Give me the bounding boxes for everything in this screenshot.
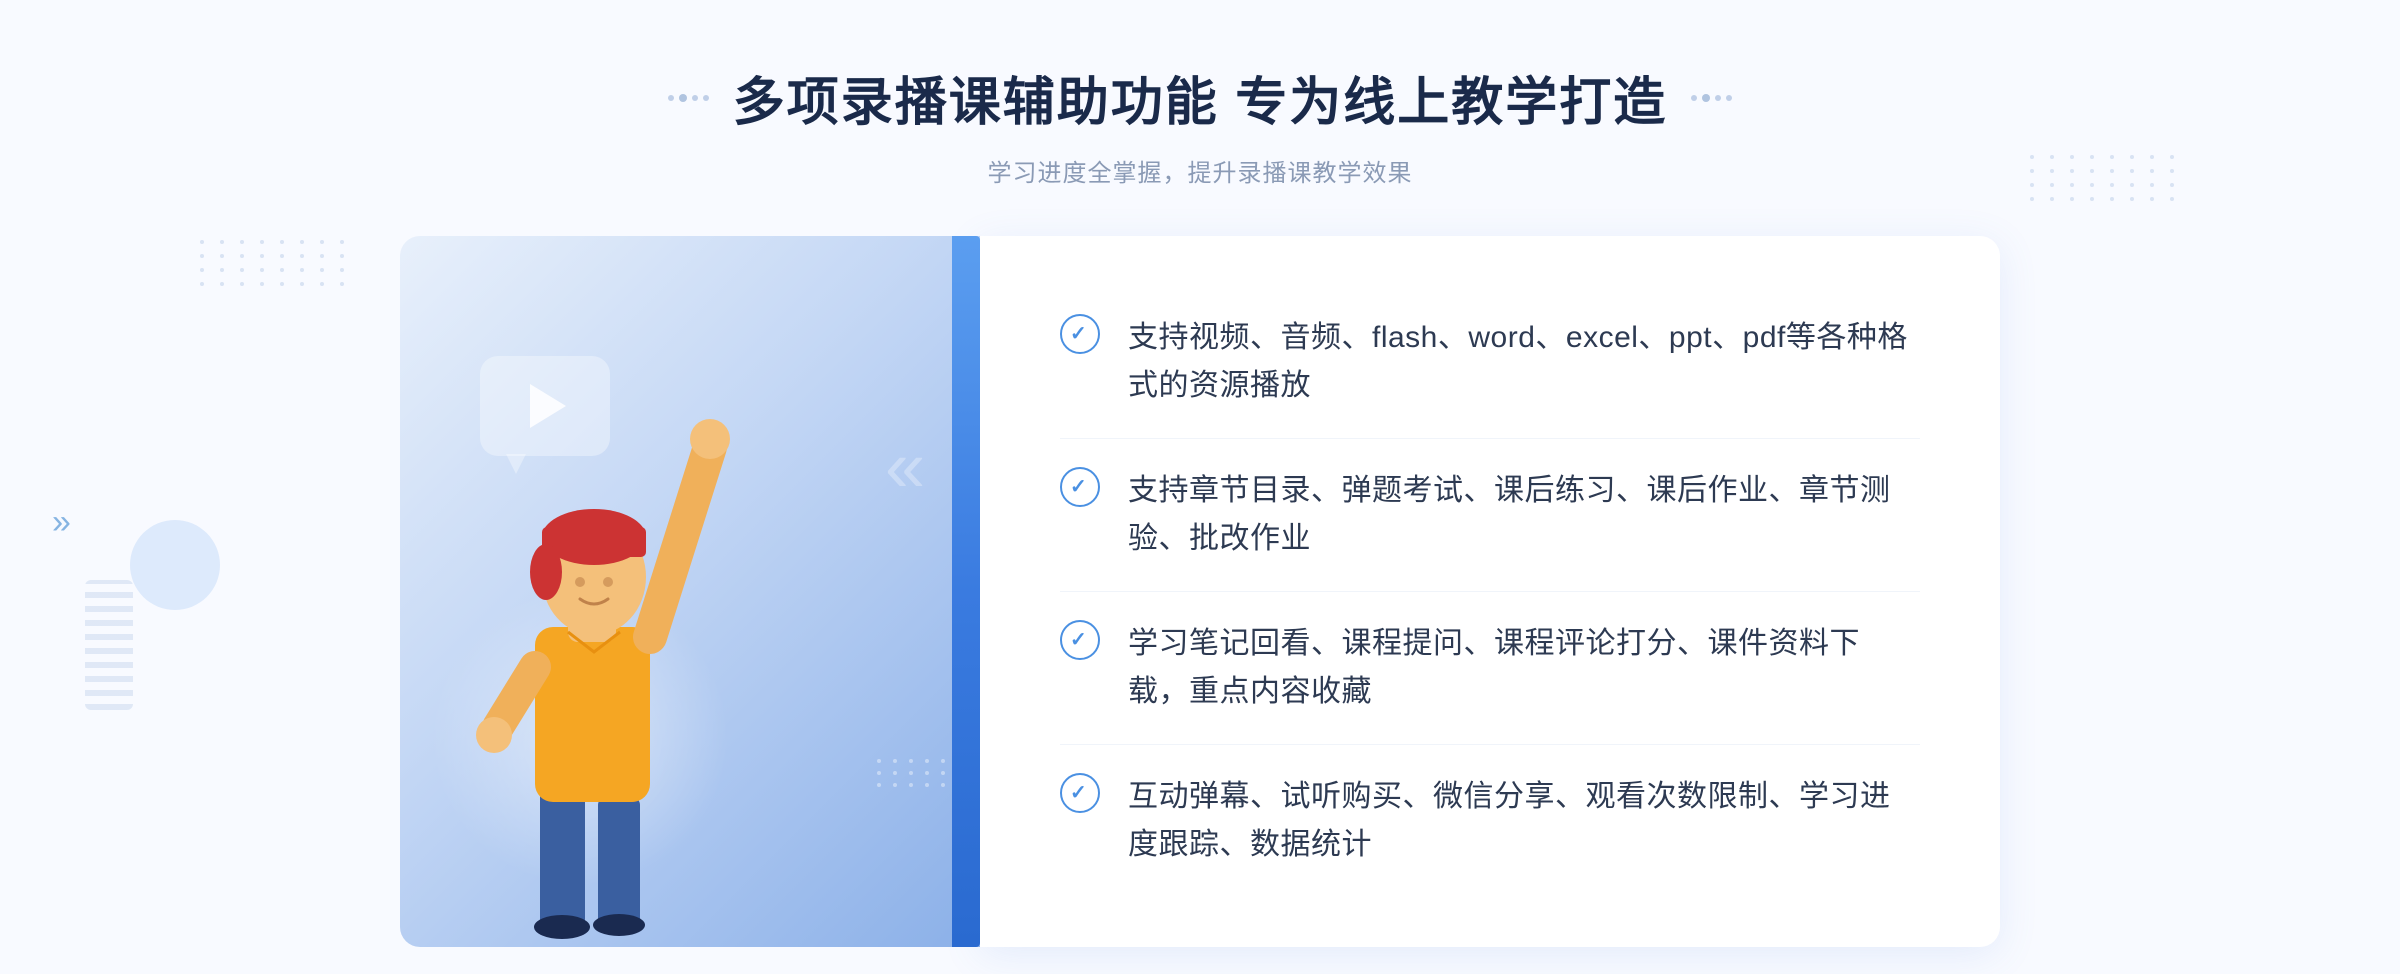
title-dot [1726, 95, 1732, 101]
check-mark-icon [1069, 323, 1091, 345]
check-mark-icon [1069, 782, 1091, 804]
feature-item-1: 支持视频、音频、flash、word、excel、ppt、pdf等各种格式的资源… [1060, 286, 1920, 439]
title-dot [1715, 95, 1721, 101]
dot-grid-left [200, 240, 350, 286]
check-mark-icon [1069, 476, 1091, 498]
chevron-icon: » [52, 505, 71, 539]
feature-item-3: 学习笔记回看、课程提问、课程评论打分、课件资料下载，重点内容收藏 [1060, 592, 1920, 745]
title-dot-large [1702, 94, 1710, 102]
features-container: 支持视频、音频、flash、word、excel、ppt、pdf等各种格式的资源… [980, 236, 2000, 947]
main-content: « [400, 236, 2000, 947]
check-circle-1 [1060, 314, 1100, 354]
check-circle-3 [1060, 620, 1100, 660]
title-dot [668, 95, 674, 101]
feature-text-3: 学习笔记回看、课程提问、课程评论打分、课件资料下载，重点内容收藏 [1128, 620, 1920, 716]
page-container: » 多项录播课辅助功能 专为线上教学打造 学习进度全掌握，提升录播课教学效果 [0, 0, 2400, 974]
header-section: 多项录播课辅助功能 专为线上教学打造 学习进度全掌握，提升录播课教学效果 [668, 60, 1732, 188]
illustration-container: « [400, 236, 980, 947]
title-dots-left [668, 94, 709, 102]
chevrons-left-decoration: » [52, 505, 71, 539]
title-dot-large [679, 94, 687, 102]
main-title: 多项录播课辅助功能 专为线上教学打造 [733, 60, 1667, 135]
subtitle: 学习进度全掌握，提升录播课教学效果 [668, 153, 1732, 188]
title-dot [1691, 95, 1697, 101]
title-dot [703, 95, 709, 101]
title-row: 多项录播课辅助功能 专为线上教学打造 [668, 60, 1732, 135]
feature-item-2: 支持章节目录、弹题考试、课后练习、课后作业、章节测验、批改作业 [1060, 439, 1920, 592]
circle-blue-decoration [130, 520, 220, 610]
title-dot [692, 95, 698, 101]
dot-grid-right [2030, 155, 2180, 201]
check-mark-icon [1069, 629, 1091, 651]
stripe-decoration [85, 580, 133, 710]
feature-text-2: 支持章节目录、弹题考试、课后练习、课后作业、章节测验、批改作业 [1128, 467, 1920, 563]
feature-item-4: 互动弹幕、试听购买、微信分享、观看次数限制、学习进度跟踪、数据统计 [1060, 745, 1920, 897]
feature-text-4: 互动弹幕、试听购买、微信分享、观看次数限制、学习进度跟踪、数据统计 [1128, 773, 1920, 869]
check-circle-2 [1060, 467, 1100, 507]
check-circle-4 [1060, 773, 1100, 813]
person-illustration [450, 367, 730, 947]
deco-lines-icon: « [885, 431, 925, 503]
feature-text-1: 支持视频、音频、flash、word、excel、ppt、pdf等各种格式的资源… [1128, 314, 1920, 410]
blue-bar [952, 236, 980, 947]
title-dots-right [1691, 94, 1732, 102]
